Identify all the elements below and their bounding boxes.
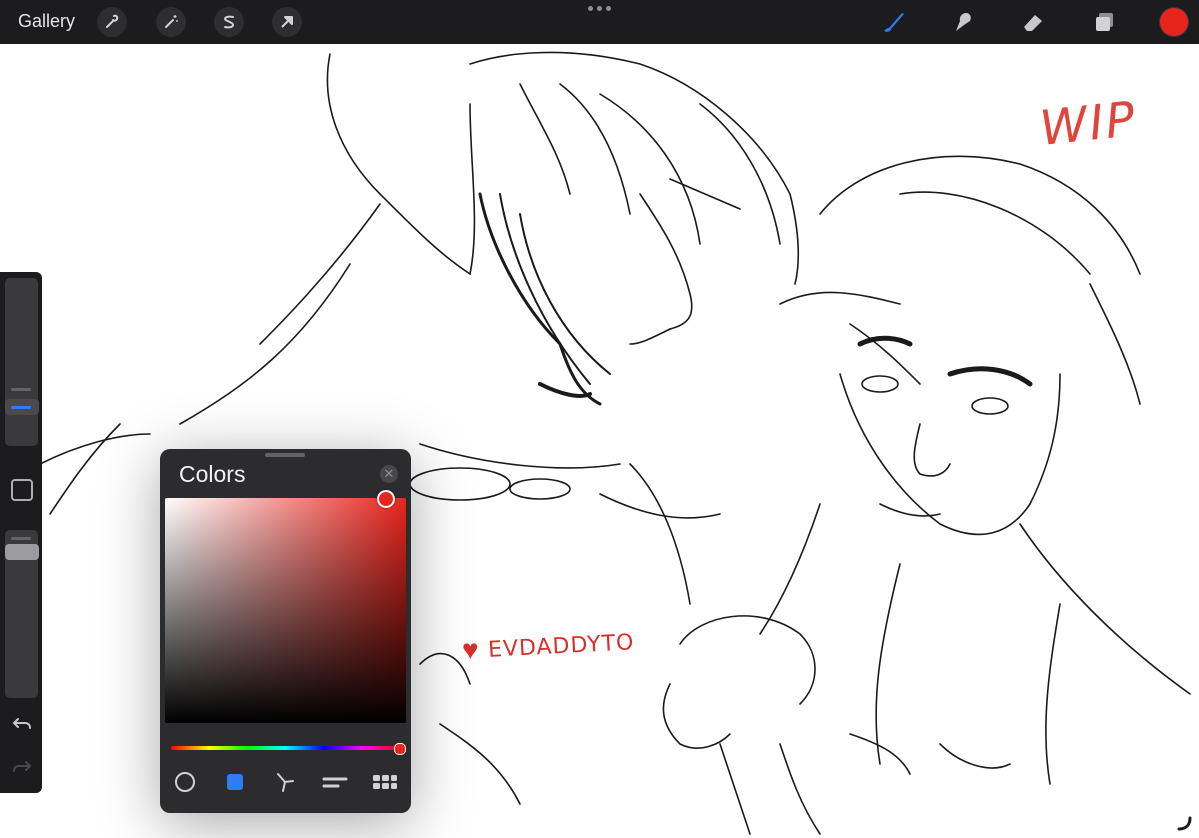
brush-size-indicator xyxy=(11,406,31,409)
opacity-slider[interactable] xyxy=(5,530,39,698)
transform-arrow-icon[interactable] xyxy=(272,7,302,37)
opacity-thumb[interactable] xyxy=(5,544,39,560)
magic-wand-icon[interactable] xyxy=(156,7,186,37)
redo-icon[interactable] xyxy=(11,756,33,778)
wip-handwriting: WIP xyxy=(1037,91,1140,157)
left-sidebar xyxy=(0,272,42,793)
undo-icon[interactable] xyxy=(11,713,33,735)
hue-slider[interactable] xyxy=(171,746,400,750)
more-options-icon[interactable] xyxy=(588,6,611,11)
corner-gesture-icon[interactable] xyxy=(1176,815,1194,838)
hue-slider-knob[interactable] xyxy=(394,743,406,755)
selection-icon[interactable] xyxy=(214,7,244,37)
wrench-icon[interactable] xyxy=(97,7,127,37)
panel-grabber[interactable] xyxy=(265,453,305,457)
brush-size-slider[interactable] xyxy=(5,278,39,446)
colors-panel-title: Colors xyxy=(179,461,246,487)
color-mode-tabs xyxy=(160,767,411,797)
palettes-icon[interactable] xyxy=(372,771,398,793)
brush-icon[interactable] xyxy=(878,8,908,36)
classic-icon[interactable] xyxy=(222,771,248,793)
color-picker-knob[interactable] xyxy=(377,490,395,508)
smudge-icon[interactable] xyxy=(948,8,978,36)
gallery-button[interactable]: Gallery xyxy=(18,11,75,32)
saturation-brightness-picker[interactable] xyxy=(165,498,406,723)
modify-square-button[interactable] xyxy=(11,479,33,501)
opacity-tick xyxy=(11,537,31,540)
eraser-icon[interactable] xyxy=(1018,8,1048,36)
brush-size-tick xyxy=(11,388,31,391)
top-toolbar: Gallery xyxy=(0,0,1199,44)
harmony-icon[interactable] xyxy=(272,771,298,793)
value-icon[interactable] xyxy=(322,771,348,793)
current-color-swatch[interactable] xyxy=(1160,8,1188,36)
layers-icon[interactable] xyxy=(1090,8,1120,36)
close-icon[interactable]: ✕ xyxy=(380,465,398,483)
colors-panel: Colors ✕ xyxy=(160,449,411,813)
heart-doodle: ♥ xyxy=(462,634,479,665)
disc-icon[interactable] xyxy=(172,771,198,793)
